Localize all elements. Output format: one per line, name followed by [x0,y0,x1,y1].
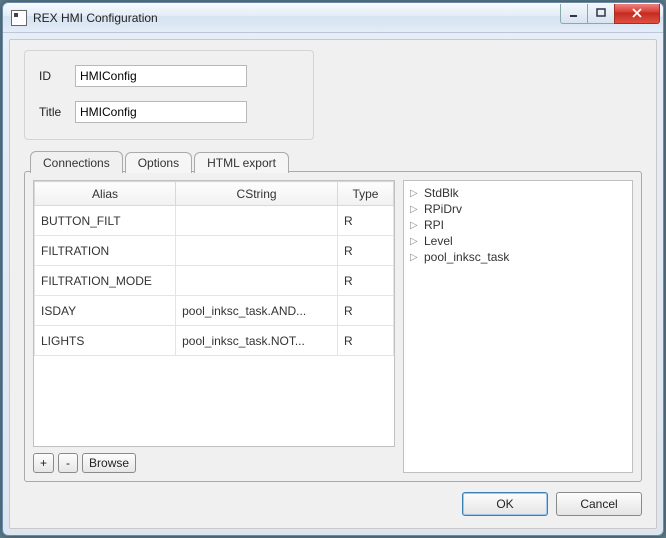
cell-type[interactable]: R [337,236,393,266]
tab-html-export[interactable]: HTML export [194,152,289,173]
cell-alias[interactable]: BUTTON_FILT [35,206,176,236]
close-button[interactable] [614,4,660,24]
connections-table-wrap: Alias CString Type BUTTON_FILTRFILTRATIO… [33,180,395,447]
cell-cstring[interactable]: pool_inksc_task.NOT... [176,326,338,356]
remove-button[interactable]: - [58,453,78,473]
tabstrip: Connections Options HTML export [24,150,642,172]
cell-type[interactable]: R [337,296,393,326]
cell-cstring[interactable] [176,266,338,296]
window-controls [561,4,660,24]
cell-cstring[interactable]: pool_inksc_task.AND... [176,296,338,326]
add-button[interactable]: + [33,453,54,473]
window-title: REX HMI Configuration [33,11,561,25]
tree-item-label: StdBlk [424,186,459,200]
client-area: ID Title Connections Options HTML export… [9,39,657,529]
tree-item-label: RPI [424,218,444,232]
chevron-right-icon[interactable]: ▷ [410,220,422,231]
id-field[interactable] [75,65,247,87]
tree-item-label: RPiDrv [424,202,462,216]
tree-item[interactable]: ▷Level [408,233,628,249]
tab-connections[interactable]: Connections [30,151,123,173]
cell-alias[interactable]: LIGHTS [35,326,176,356]
maximize-button[interactable] [587,4,615,24]
table-row[interactable]: ISDAYpool_inksc_task.AND...R [35,296,394,326]
chevron-right-icon[interactable]: ▷ [410,188,422,199]
header-form: ID Title [24,50,314,140]
dialog-window: REX HMI Configuration ID Title [2,2,664,536]
ok-button[interactable]: OK [462,492,548,516]
title-label: Title [39,105,75,119]
table-row[interactable]: LIGHTSpool_inksc_task.NOT...R [35,326,394,356]
tabpanel-connections: Alias CString Type BUTTON_FILTRFILTRATIO… [24,171,642,482]
connections-tree[interactable]: ▷StdBlk▷RPiDrv▷RPI▷Level▷pool_inksc_task [403,180,633,473]
minimize-button[interactable] [560,4,588,24]
chevron-right-icon[interactable]: ▷ [410,252,422,263]
tab-options[interactable]: Options [125,152,192,173]
tree-item-label: pool_inksc_task [424,250,509,264]
maximize-icon [595,8,607,18]
tree-item-label: Level [424,234,453,248]
col-header-cstring[interactable]: CString [176,182,338,206]
table-row[interactable]: FILTRATION R [35,236,394,266]
cell-type[interactable]: R [337,206,393,236]
browse-button[interactable]: Browse [82,453,136,473]
table-tools: + - Browse [33,453,395,473]
col-header-alias[interactable]: Alias [35,182,176,206]
col-header-type[interactable]: Type [337,182,393,206]
cell-alias[interactable]: ISDAY [35,296,176,326]
close-icon [631,8,643,18]
cell-cstring[interactable] [176,236,338,266]
connections-table: Alias CString Type BUTTON_FILTRFILTRATIO… [34,181,394,356]
cell-cstring[interactable] [176,206,338,236]
tree-item[interactable]: ▷RPiDrv [408,201,628,217]
minimize-icon [568,8,580,18]
cancel-button[interactable]: Cancel [556,492,642,516]
id-label: ID [39,69,75,83]
tree-item[interactable]: ▷StdBlk [408,185,628,201]
titlebar[interactable]: REX HMI Configuration [3,3,663,33]
table-row[interactable]: BUTTON_FILT R [35,206,394,236]
connections-left: Alias CString Type BUTTON_FILTRFILTRATIO… [33,180,395,473]
chevron-right-icon[interactable]: ▷ [410,236,422,247]
cell-type[interactable]: R [337,326,393,356]
cell-alias[interactable]: FILTRATION [35,236,176,266]
cell-alias[interactable]: FILTRATION_MODE [35,266,176,296]
chevron-right-icon[interactable]: ▷ [410,204,422,215]
table-row[interactable]: FILTRATION_MODE R [35,266,394,296]
cell-type[interactable]: R [337,266,393,296]
tree-item[interactable]: ▷pool_inksc_task [408,249,628,265]
title-field[interactable] [75,101,247,123]
app-icon [11,10,27,26]
dialog-buttons: OK Cancel [24,492,642,516]
tree-item[interactable]: ▷RPI [408,217,628,233]
